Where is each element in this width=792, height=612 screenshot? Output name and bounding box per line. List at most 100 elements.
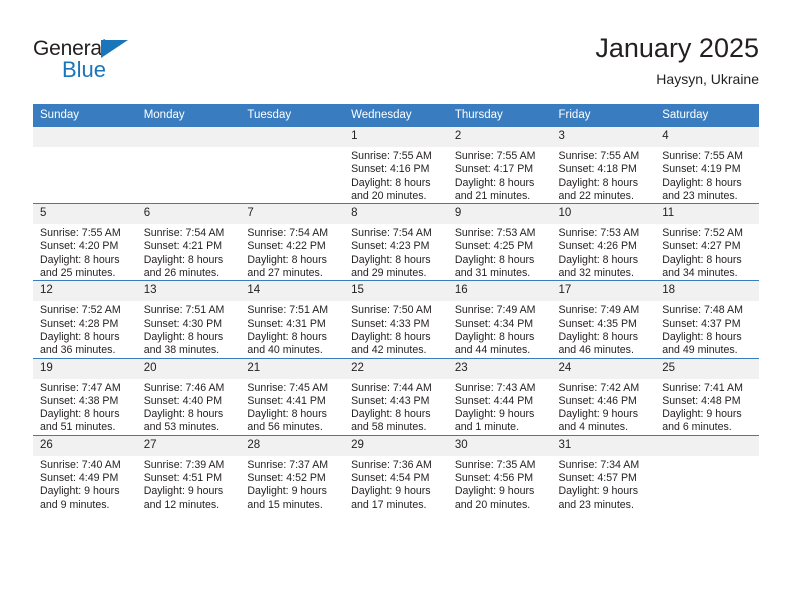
calendar-day-cell[interactable]: [33, 125, 137, 204]
daylight-text-line1: Daylight: 8 hours: [558, 330, 639, 343]
day-info: Sunrise: 7:34 AM Sunset: 4:57 PM Dayligh…: [552, 456, 656, 512]
day-number: 13: [136, 281, 241, 302]
calendar-day-cell[interactable]: 13 Sunrise: 7:51 AM Sunset: 4:30 PM Dayl…: [136, 280, 241, 359]
day-number: 20: [136, 358, 241, 379]
calendar-day-cell[interactable]: 26 Sunrise: 7:40 AM Sunset: 4:49 PM Dayl…: [33, 434, 137, 512]
day-info: Sunrise: 7:54 AM Sunset: 4:21 PM Dayligh…: [137, 224, 241, 280]
calendar-day-cell[interactable]: 3 Sunrise: 7:55 AM Sunset: 4:18 PM Dayli…: [551, 125, 656, 204]
daylight-text-line1: Daylight: 8 hours: [558, 253, 639, 266]
daylight-text-line1: Daylight: 9 hours: [247, 485, 327, 498]
calendar-day-cell[interactable]: 2 Sunrise: 7:55 AM Sunset: 4:17 PM Dayli…: [447, 125, 552, 204]
day-number: 23: [447, 358, 552, 379]
page-header: General Blue January 2025 Haysyn, Ukrain…: [0, 0, 792, 103]
calendar-day-cell[interactable]: 7 Sunrise: 7:54 AM Sunset: 4:22 PM Dayli…: [240, 203, 345, 281]
day-info: Sunrise: 7:49 AM Sunset: 4:35 PM Dayligh…: [552, 301, 656, 357]
calendar-day-cell[interactable]: 11 Sunrise: 7:52 AM Sunset: 4:27 PM Dayl…: [655, 203, 759, 281]
sunset-text: Sunset: 4:25 PM: [454, 240, 534, 253]
sunrise-text: Sunrise: 7:52 AM: [40, 304, 121, 317]
calendar-day-cell[interactable]: 22 Sunrise: 7:44 AM Sunset: 4:43 PM Dayl…: [344, 357, 448, 436]
daylight-text-line2: and 31 minutes.: [454, 267, 531, 280]
general-blue-logo[interactable]: General Blue: [33, 37, 153, 83]
daylight-text-line2: and 15 minutes.: [247, 498, 323, 511]
sunrise-text: Sunrise: 7:50 AM: [351, 304, 432, 317]
calendar-day-cell[interactable]: 15 Sunrise: 7:50 AM Sunset: 4:33 PM Dayl…: [344, 280, 448, 359]
sunrise-text: Sunrise: 7:55 AM: [40, 227, 121, 240]
day-number: 2: [447, 127, 552, 147]
calendar-day-cell[interactable]: 31 Sunrise: 7:34 AM Sunset: 4:57 PM Dayl…: [551, 434, 656, 512]
day-info: Sunrise: 7:41 AM Sunset: 4:48 PM Dayligh…: [655, 379, 759, 435]
day-info: Sunrise: 7:51 AM Sunset: 4:30 PM Dayligh…: [137, 301, 241, 357]
daylight-text-line2: and 4 minutes.: [558, 421, 629, 434]
daylight-text-line2: and 51 minutes.: [40, 421, 116, 434]
day-number: 6: [136, 204, 241, 225]
daylight-text-line1: Daylight: 9 hours: [558, 485, 639, 498]
daylight-text-line2: and 58 minutes.: [351, 421, 427, 434]
daylight-text-line2: and 22 minutes.: [558, 189, 634, 202]
day-info: Sunrise: 7:40 AM Sunset: 4:49 PM Dayligh…: [33, 456, 137, 512]
calendar-day-cell[interactable]: 29 Sunrise: 7:36 AM Sunset: 4:54 PM Dayl…: [344, 434, 448, 512]
day-info: Sunrise: 7:54 AM Sunset: 4:23 PM Dayligh…: [344, 224, 448, 280]
sunset-text: Sunset: 4:52 PM: [247, 472, 326, 485]
calendar-day-cell[interactable]: 30 Sunrise: 7:35 AM Sunset: 4:56 PM Dayl…: [447, 434, 552, 512]
calendar-day-cell[interactable]: 5 Sunrise: 7:55 AM Sunset: 4:20 PM Dayli…: [33, 203, 137, 281]
sunset-text: Sunset: 4:46 PM: [558, 394, 637, 407]
calendar-day-cell[interactable]: 19 Sunrise: 7:47 AM Sunset: 4:38 PM Dayl…: [33, 357, 137, 436]
day-number: 25: [655, 358, 759, 379]
calendar-day-cell[interactable]: [655, 434, 759, 512]
calendar-day-cell[interactable]: 25 Sunrise: 7:41 AM Sunset: 4:48 PM Dayl…: [655, 357, 759, 436]
day-info: Sunrise: 7:46 AM Sunset: 4:40 PM Dayligh…: [137, 379, 241, 435]
calendar-day-cell[interactable]: 12 Sunrise: 7:52 AM Sunset: 4:28 PM Dayl…: [33, 280, 137, 359]
calendar-grid: Sunday Monday Tuesday Wednesday Thursday…: [33, 104, 759, 512]
daylight-text-line1: Daylight: 8 hours: [247, 253, 327, 266]
calendar-day-cell[interactable]: 10 Sunrise: 7:53 AM Sunset: 4:26 PM Dayl…: [551, 203, 656, 281]
calendar-week-row: 12 Sunrise: 7:52 AM Sunset: 4:28 PM Dayl…: [33, 280, 759, 359]
sunrise-text: Sunrise: 7:36 AM: [351, 458, 432, 471]
sunrise-text: Sunrise: 7:55 AM: [351, 150, 432, 162]
calendar-day-cell[interactable]: 18 Sunrise: 7:48 AM Sunset: 4:37 PM Dayl…: [655, 280, 759, 359]
sunrise-text: Sunrise: 7:46 AM: [143, 381, 225, 394]
daylight-text-line2: and 21 minutes.: [454, 189, 531, 202]
sunrise-text: Sunrise: 7:54 AM: [143, 227, 225, 240]
calendar-day-cell[interactable]: 28 Sunrise: 7:37 AM Sunset: 4:52 PM Dayl…: [240, 434, 345, 512]
sunset-text: Sunset: 4:21 PM: [143, 240, 223, 253]
calendar-day-cell[interactable]: 16 Sunrise: 7:49 AM Sunset: 4:34 PM Dayl…: [447, 280, 552, 359]
daylight-text-line1: Daylight: 8 hours: [351, 176, 431, 189]
sunrise-text: Sunrise: 7:53 AM: [558, 227, 640, 240]
day-info: Sunrise: 7:43 AM Sunset: 4:44 PM Dayligh…: [448, 379, 552, 435]
daylight-text-line1: Daylight: 8 hours: [247, 408, 327, 421]
calendar-day-cell[interactable]: 21 Sunrise: 7:45 AM Sunset: 4:41 PM Dayl…: [240, 357, 345, 436]
calendar-body: 1 Sunrise: 7:55 AM Sunset: 4:16 PM Dayli…: [33, 125, 759, 512]
day-info: Sunrise: 7:45 AM Sunset: 4:41 PM Dayligh…: [240, 379, 344, 435]
sunset-text: Sunset: 4:40 PM: [143, 394, 223, 407]
daylight-text-line2: and 34 minutes.: [662, 267, 738, 280]
daylight-text-line1: Daylight: 9 hours: [558, 408, 639, 421]
sunrise-text: Sunrise: 7:47 AM: [40, 381, 121, 394]
calendar-day-cell[interactable]: 8 Sunrise: 7:54 AM Sunset: 4:23 PM Dayli…: [344, 203, 448, 281]
sunrise-text: Sunrise: 7:40 AM: [40, 458, 121, 471]
sunset-text: Sunset: 4:54 PM: [351, 472, 430, 485]
calendar-day-cell[interactable]: 23 Sunrise: 7:43 AM Sunset: 4:44 PM Dayl…: [447, 357, 552, 436]
day-info: Sunrise: 7:55 AM Sunset: 4:17 PM Dayligh…: [448, 147, 552, 203]
calendar-day-cell[interactable]: 20 Sunrise: 7:46 AM Sunset: 4:40 PM Dayl…: [136, 357, 241, 436]
daylight-text-line1: Daylight: 8 hours: [558, 176, 639, 189]
calendar-day-cell[interactable]: 27 Sunrise: 7:39 AM Sunset: 4:51 PM Dayl…: [136, 434, 241, 512]
calendar-day-cell[interactable]: 6 Sunrise: 7:54 AM Sunset: 4:21 PM Dayli…: [136, 203, 241, 281]
calendar-day-cell[interactable]: 24 Sunrise: 7:42 AM Sunset: 4:46 PM Dayl…: [551, 357, 656, 436]
day-number: [33, 127, 137, 147]
calendar-day-cell[interactable]: [240, 125, 345, 204]
daylight-text-line1: Daylight: 8 hours: [40, 253, 120, 266]
day-number: 18: [655, 281, 759, 302]
calendar-day-cell[interactable]: 4 Sunrise: 7:55 AM Sunset: 4:19 PM Dayli…: [655, 125, 759, 204]
calendar-day-cell[interactable]: [136, 125, 241, 204]
day-info: Sunrise: 7:55 AM Sunset: 4:19 PM Dayligh…: [655, 147, 759, 203]
day-number: 21: [240, 358, 345, 379]
daylight-text-line2: and 25 minutes.: [40, 267, 116, 280]
day-number: [240, 127, 345, 147]
day-number: 26: [33, 435, 137, 456]
calendar-day-cell[interactable]: 9 Sunrise: 7:53 AM Sunset: 4:25 PM Dayli…: [447, 203, 552, 281]
calendar-day-cell[interactable]: 1 Sunrise: 7:55 AM Sunset: 4:16 PM Dayli…: [344, 125, 448, 204]
calendar-day-cell[interactable]: 14 Sunrise: 7:51 AM Sunset: 4:31 PM Dayl…: [240, 280, 345, 359]
sunset-text: Sunset: 4:34 PM: [454, 317, 534, 330]
daylight-text-line2: and 20 minutes.: [351, 189, 427, 202]
calendar-day-cell[interactable]: 17 Sunrise: 7:49 AM Sunset: 4:35 PM Dayl…: [551, 280, 656, 359]
